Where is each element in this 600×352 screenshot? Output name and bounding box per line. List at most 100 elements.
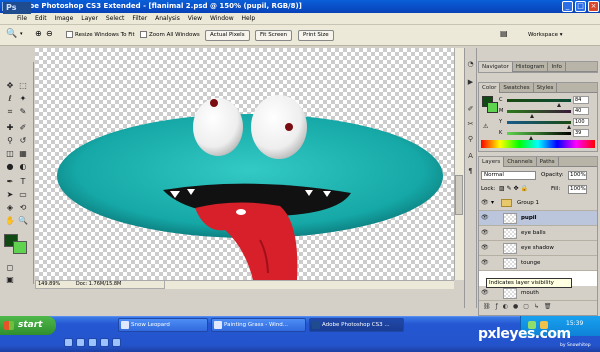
tab-histogram[interactable]: Histogram xyxy=(513,62,549,72)
menu-file[interactable]: File xyxy=(17,15,27,22)
screen-mode-icon[interactable]: ▣ xyxy=(4,274,16,285)
healing-brush-icon[interactable]: ✚ xyxy=(4,122,16,133)
layers-footer-icons[interactable]: ⛓ƒ◐●▢↳🗑 xyxy=(483,303,595,313)
marquee-tool-icon[interactable]: ⬚ xyxy=(17,80,29,91)
layer-row-pupil[interactable]: 👁 pupil xyxy=(479,211,597,226)
maximize-button[interactable]: □ xyxy=(575,1,586,12)
layer-row-mouth[interactable]: 👁 mouth xyxy=(479,286,597,301)
eye-icon[interactable]: 👁 xyxy=(481,290,489,296)
tab-navigator[interactable]: Navigator xyxy=(479,62,513,72)
hand-tool-icon[interactable]: ✋ xyxy=(4,215,16,226)
tab-swatches[interactable]: Swatches xyxy=(500,83,534,93)
slider-m[interactable]: M 40 xyxy=(499,107,599,118)
taskbar-item-photoshop[interactable]: Adobe Photoshop CS3 ... xyxy=(309,318,404,332)
taskbar-item-painting-grass[interactable]: Painting Grass - Wind... xyxy=(211,318,306,332)
type-tool-icon[interactable]: T xyxy=(17,176,29,187)
menu-analysis[interactable]: Analysis xyxy=(155,15,180,22)
zoom-out-icon[interactable]: ⊖ xyxy=(46,29,53,38)
menu-select[interactable]: Select xyxy=(106,15,125,22)
layer-row-tounge[interactable]: 👁 tounge xyxy=(479,256,597,271)
slider-c-value[interactable]: 84 xyxy=(573,96,589,104)
history-brush-icon[interactable]: ↺ xyxy=(17,135,29,146)
quick-launch-icon[interactable] xyxy=(112,338,121,347)
path-selection-icon[interactable]: ➤ xyxy=(4,189,16,200)
brushes-icon[interactable]: ✐ xyxy=(466,105,475,114)
paragraph-icon[interactable]: ¶ xyxy=(466,167,475,176)
expand-icon[interactable]: ▾ xyxy=(491,199,494,206)
crop-tool-icon[interactable]: ⌗ xyxy=(4,106,16,117)
eye-icon[interactable]: 👁 xyxy=(481,245,489,251)
color-bg-swatch[interactable] xyxy=(487,102,498,113)
quick-launch-icon[interactable] xyxy=(100,338,109,347)
menu-window[interactable]: Window xyxy=(210,15,234,22)
slider-c[interactable]: C 84 xyxy=(499,96,599,107)
workspace-menu[interactable]: Workspace ▾ xyxy=(528,30,563,41)
slider-k[interactable]: K 39 xyxy=(499,129,599,140)
eye-icon[interactable]: 👁 xyxy=(481,230,489,236)
blur-tool-icon[interactable]: ● xyxy=(4,161,16,172)
blend-mode-select[interactable]: Normal xyxy=(481,171,536,180)
resize-windows-checkbox[interactable] xyxy=(66,31,73,38)
3d-rotate-icon[interactable]: ◈ xyxy=(4,202,16,213)
tab-color[interactable]: Color xyxy=(479,83,501,93)
zoom-all-checkbox[interactable] xyxy=(140,31,147,38)
fit-screen-button[interactable]: Fit Screen xyxy=(255,30,293,41)
document-canvas[interactable] xyxy=(35,48,454,280)
taskbar-item-snow-leopard[interactable]: Snow Leopard xyxy=(118,318,208,332)
menu-edit[interactable]: Edit xyxy=(35,15,47,22)
eye-icon[interactable]: 👁 xyxy=(481,200,489,206)
print-size-button[interactable]: Print Size xyxy=(298,30,334,41)
chevron-down-icon[interactable]: ▾ xyxy=(20,31,23,37)
menu-image[interactable]: Image xyxy=(55,15,74,22)
brush-tool-icon[interactable]: ✐ xyxy=(17,122,29,133)
menu-help[interactable]: Help xyxy=(242,15,256,22)
tab-layers[interactable]: Layers xyxy=(479,157,505,167)
menu-layer[interactable]: Layer xyxy=(81,15,98,22)
close-button[interactable]: × xyxy=(588,1,599,12)
zoom-in-icon[interactable]: ⊕ xyxy=(35,29,42,38)
background-color-swatch[interactable] xyxy=(13,241,27,254)
lock-icons[interactable]: ▨ ✎ ✥ 🔒 xyxy=(499,185,528,192)
character-icon[interactable]: A xyxy=(466,152,475,161)
opacity-input[interactable]: 100% xyxy=(568,171,587,180)
fill-input[interactable]: 100% xyxy=(568,185,587,194)
tab-channels[interactable]: Channels xyxy=(504,157,537,167)
tool-presets-icon[interactable]: ✂ xyxy=(466,120,475,129)
quick-launch-icon[interactable] xyxy=(88,338,97,347)
quick-launch-icon[interactable] xyxy=(64,338,73,347)
move-tool-icon[interactable]: ✥ xyxy=(4,80,16,91)
actual-pixels-button[interactable]: Actual Pixels xyxy=(205,30,250,41)
quick-mask-icon[interactable]: ◻ xyxy=(4,262,16,273)
minimize-button[interactable]: _ xyxy=(562,1,573,12)
magic-wand-icon[interactable]: ✦ xyxy=(17,93,29,104)
gradient-tool-icon[interactable]: ▦ xyxy=(17,148,29,159)
layer-row-eye-balls[interactable]: 👁 eye balls xyxy=(479,226,597,241)
tab-styles[interactable]: Styles xyxy=(534,83,558,93)
menu-view[interactable]: View xyxy=(188,15,202,22)
lasso-tool-icon[interactable]: ℓ xyxy=(4,93,16,104)
palette-well-icon[interactable]: ▤ xyxy=(500,29,508,38)
history-icon[interactable]: ◔ xyxy=(466,60,475,69)
shape-tool-icon[interactable]: ▭ xyxy=(17,189,29,200)
eraser-tool-icon[interactable]: ◫ xyxy=(4,148,16,159)
actions-icon[interactable]: ▶ xyxy=(466,78,475,87)
tab-info[interactable]: Info xyxy=(548,62,566,72)
slider-m-value[interactable]: 40 xyxy=(573,107,589,115)
clone-source-icon[interactable]: ⚲ xyxy=(466,135,475,144)
slice-tool-icon[interactable]: ✎ xyxy=(17,106,29,117)
slider-k-track[interactable] xyxy=(507,132,571,140)
dodge-tool-icon[interactable]: ◐ xyxy=(17,161,29,172)
slider-m-track[interactable] xyxy=(507,110,571,118)
slider-y[interactable]: Y 100 xyxy=(499,118,599,129)
scroll-thumb[interactable] xyxy=(455,175,463,215)
menu-filter[interactable]: Filter xyxy=(132,15,147,22)
3d-orbit-icon[interactable]: ⟲ xyxy=(17,202,29,213)
layer-row-eye-shadow[interactable]: 👁 eye shadow xyxy=(479,241,597,256)
vertical-scrollbar[interactable] xyxy=(454,48,464,280)
tab-paths[interactable]: Paths xyxy=(537,157,559,167)
zoom-tool-icon-2[interactable]: 🔍 xyxy=(17,215,29,226)
quick-launch-icon[interactable] xyxy=(76,338,85,347)
clone-stamp-icon[interactable]: ⚲ xyxy=(4,135,16,146)
slider-y-value[interactable]: 100 xyxy=(573,118,589,126)
slider-y-track[interactable] xyxy=(507,121,571,129)
